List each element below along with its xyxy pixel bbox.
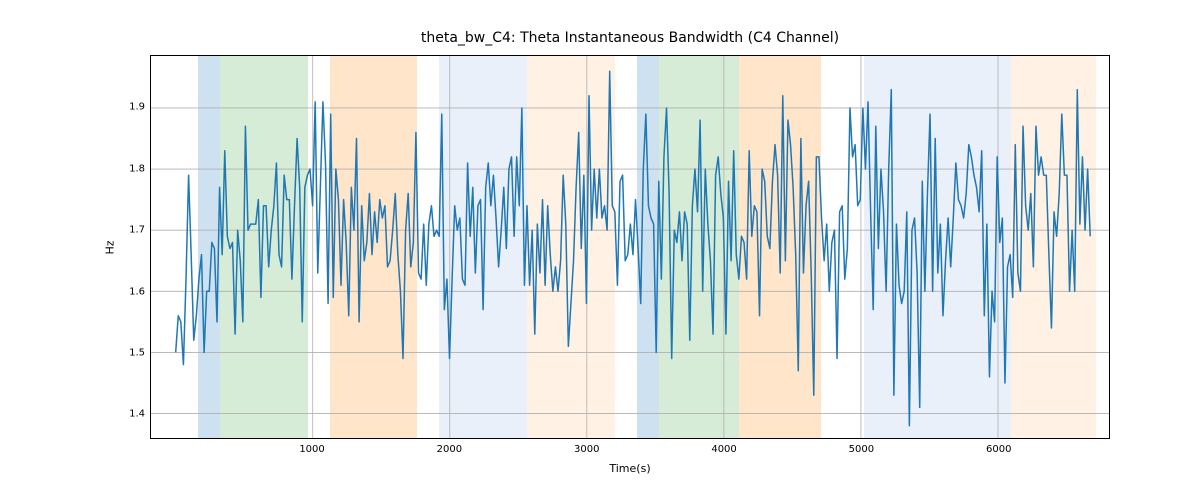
- x-tick-label: 6000: [986, 444, 1011, 455]
- y-axis-label: Hz: [100, 55, 120, 439]
- x-tick-label: 4000: [711, 444, 736, 455]
- x-tick-label: 1000: [299, 444, 324, 455]
- plot-area: [150, 55, 1110, 439]
- gridlines: [151, 56, 1109, 438]
- plot-svg: [151, 56, 1109, 438]
- x-axis-label: Time(s): [150, 462, 1110, 475]
- x-tick-label: 5000: [849, 444, 874, 455]
- chart-title: theta_bw_C4: Theta Instantaneous Bandwid…: [150, 30, 1110, 46]
- y-tick-label: 1.4: [120, 409, 145, 420]
- y-tick-label: 1.5: [120, 347, 145, 358]
- y-tick-label: 1.8: [120, 163, 145, 174]
- figure: theta_bw_C4: Theta Instantaneous Bandwid…: [0, 0, 1200, 500]
- x-tick-label: 2000: [437, 444, 462, 455]
- y-tick-label: 1.7: [120, 225, 145, 236]
- x-tick-label: 3000: [574, 444, 599, 455]
- y-tick-label: 1.9: [120, 102, 145, 113]
- y-tick-label: 1.6: [120, 286, 145, 297]
